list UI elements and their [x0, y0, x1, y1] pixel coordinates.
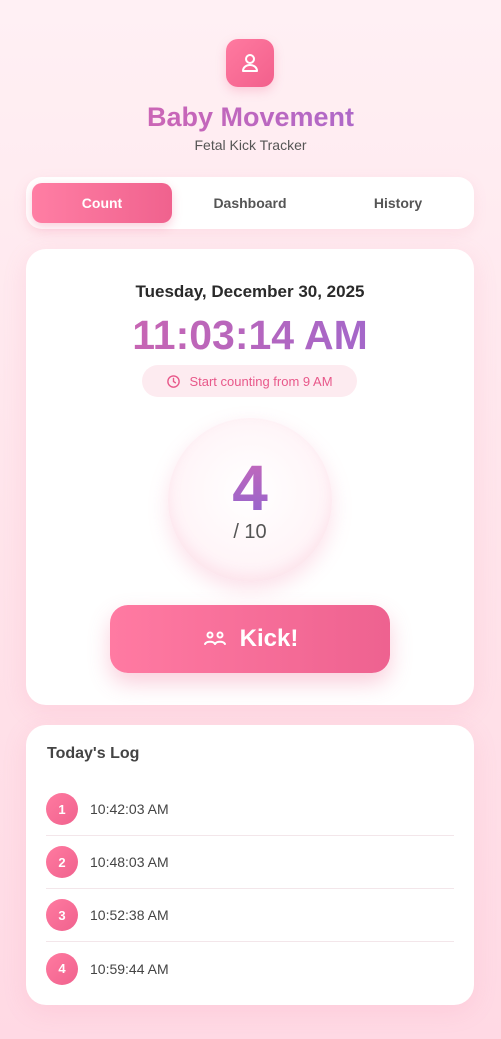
current-time: 11:03:14 AM: [26, 309, 474, 361]
counter-card: Tuesday, December 30, 2025 11:03:14 AM S…: [26, 249, 474, 705]
footprints-icon: [203, 631, 226, 645]
tab-count[interactable]: Count: [32, 183, 172, 223]
app-icon: [226, 39, 274, 87]
todays-log-card: Today's Log 1 10:42:03 AM 2 10:48:03 AM …: [26, 725, 474, 1005]
log-entry-number: 1: [46, 793, 78, 825]
baby-icon: [242, 54, 258, 72]
log-entry: 2 10:48:03 AM: [46, 836, 454, 889]
start-hint-text: Start counting from 9 AM: [189, 373, 333, 389]
log-list: 1 10:42:03 AM 2 10:48:03 AM 3 10:52:38 A…: [46, 783, 454, 995]
log-entry: 3 10:52:38 AM: [46, 889, 454, 942]
start-hint-badge: Start counting from 9 AM: [142, 365, 357, 397]
current-date: Tuesday, December 30, 2025: [135, 282, 365, 301]
kick-button[interactable]: Kick!: [110, 605, 390, 673]
kick-button-label: Kick!: [239, 625, 299, 652]
app-subtitle: Fetal Kick Tracker: [194, 137, 307, 153]
kick-count: 4: [168, 452, 332, 524]
tab-history[interactable]: History: [328, 183, 468, 223]
app-title: Baby Movement: [0, 99, 501, 135]
kick-counter: 4 / 10: [168, 418, 332, 582]
log-entry-number: 3: [46, 899, 78, 931]
log-entry-time: 10:59:44 AM: [90, 960, 169, 977]
log-entry-time: 10:42:03 AM: [90, 801, 169, 817]
log-entry-number: 2: [46, 846, 78, 878]
log-entry-time: 10:52:38 AM: [90, 907, 169, 923]
clock-icon: [167, 374, 181, 388]
log-entry-time: 10:48:03 AM: [90, 854, 169, 870]
log-title: Today's Log: [47, 745, 140, 762]
log-entry: 4 10:59:44 AM: [46, 942, 454, 995]
tab-bar: Count Dashboard History: [26, 177, 474, 229]
log-entry-number: 4: [46, 952, 78, 985]
kick-goal: / 10: [233, 521, 267, 543]
log-entry: 1 10:42:03 AM: [46, 783, 454, 836]
tab-dashboard[interactable]: Dashboard: [180, 183, 320, 223]
